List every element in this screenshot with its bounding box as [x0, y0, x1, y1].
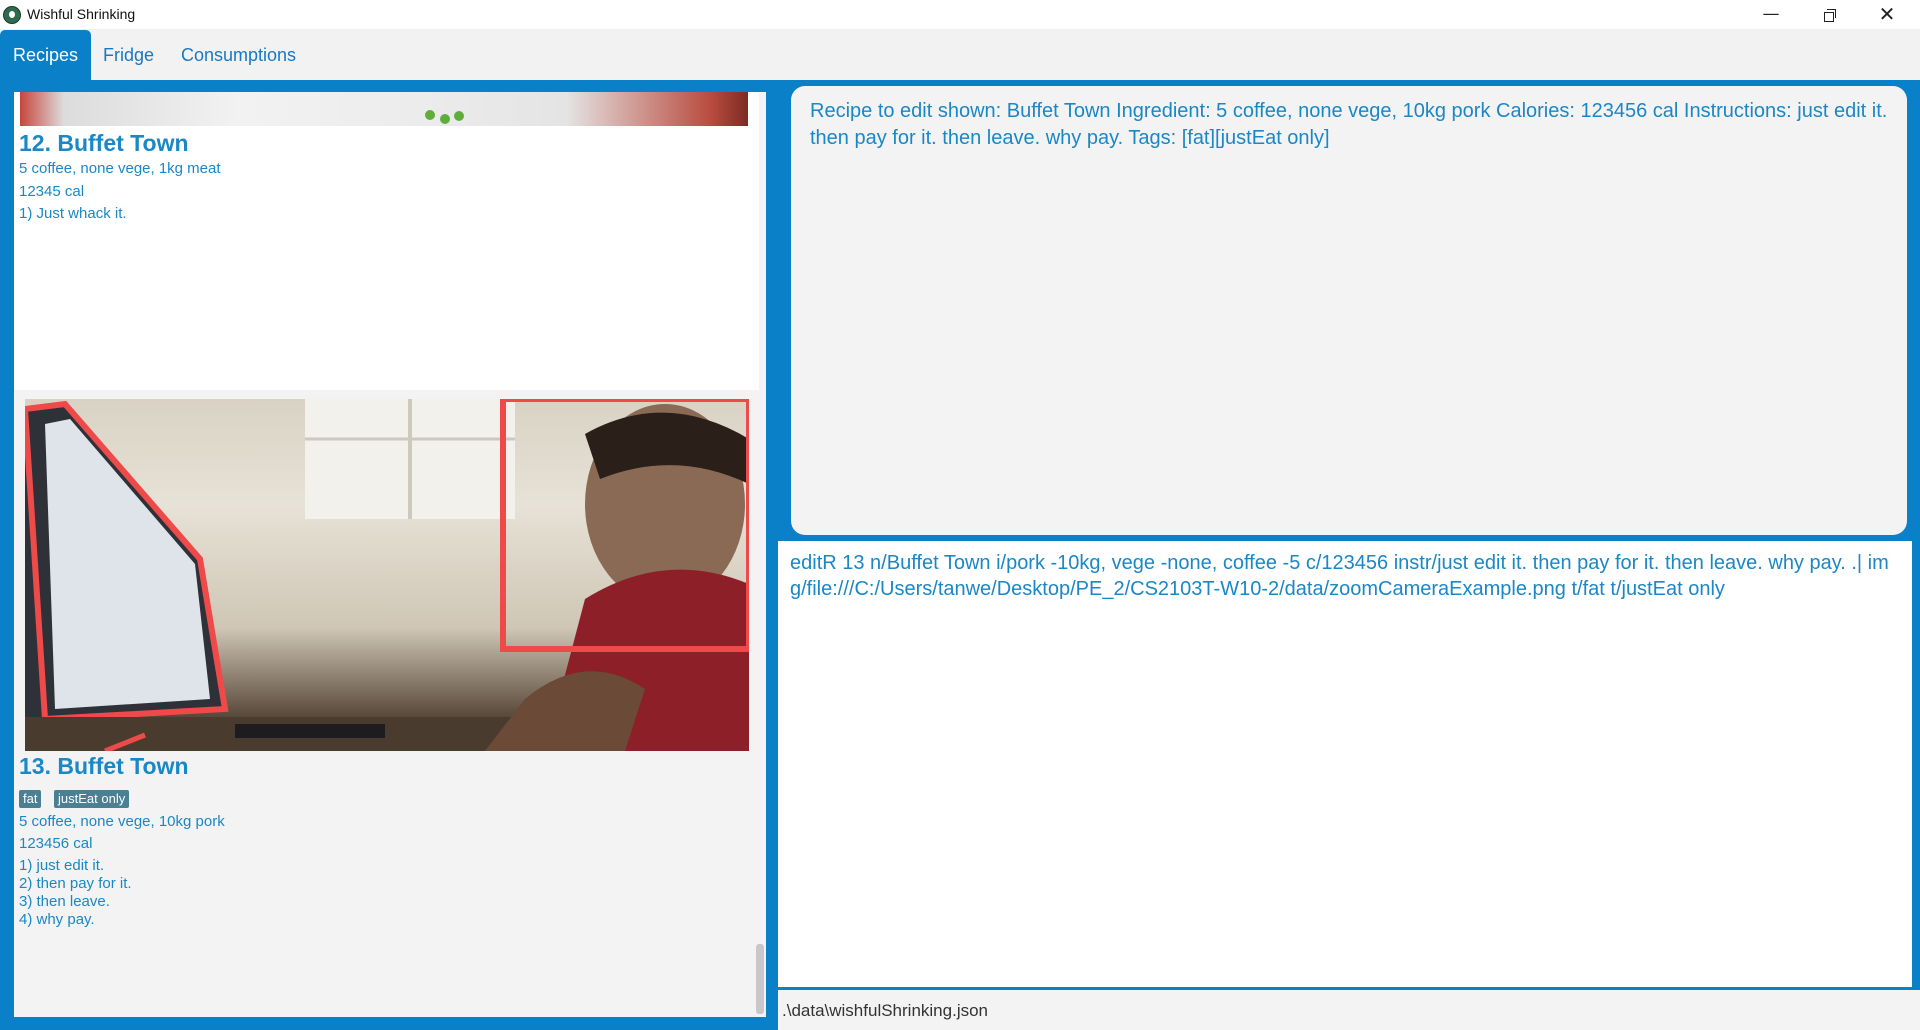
recipe-list[interactable]: 12. Buffet Town 5 coffee, none vege, 1kg… — [14, 92, 766, 1017]
garnish-dot — [425, 110, 435, 120]
recipe-calories: 12345 cal — [19, 183, 85, 200]
result-display: Recipe to edit shown: Buffet Town Ingred… — [791, 86, 1907, 535]
title-bar: Wishful Shrinking — ✕ — [0, 0, 1920, 30]
recipe-instruction: 1) Just whack it. — [19, 205, 127, 222]
recipe-instruction: 3) then leave. — [19, 893, 110, 910]
restore-button[interactable] — [1800, 0, 1858, 29]
tag-list: fat justEat only — [19, 790, 219, 808]
tab-bar: Recipes Fridge Consumptions — [0, 30, 1920, 80]
garnish-dot — [454, 111, 464, 121]
restore-icon — [1823, 9, 1836, 22]
recipe-photo-scene — [25, 399, 749, 751]
command-box[interactable]: editR 13 n/Buffet Town i/pork -10kg, veg… — [778, 541, 1912, 987]
recipe-ingredients: 5 coffee, none vege, 10kg pork — [19, 813, 225, 830]
recipe-title: 13. Buffet Town — [19, 753, 189, 779]
tag-badge: justEat only — [54, 790, 130, 808]
result-text: Recipe to edit shown: Buffet Town Ingred… — [810, 100, 1888, 149]
recipe-card-13[interactable]: 13. Buffet Town fat justEat only 5 coffe… — [14, 392, 759, 1017]
tag-badge: fat — [19, 790, 42, 808]
recipe-instruction: 4) why pay. — [19, 911, 95, 928]
recipe-image — [25, 399, 749, 751]
close-button[interactable]: ✕ — [1858, 0, 1916, 29]
list-scrollbar[interactable] — [756, 944, 764, 1014]
recipe-calories: 123456 cal — [19, 835, 93, 852]
tab-fridge[interactable]: Fridge — [90, 30, 167, 80]
recipe-image — [20, 92, 748, 126]
recipe-title: 12. Buffet Town — [19, 130, 189, 156]
minimize-button[interactable]: — — [1742, 0, 1800, 29]
app-logo-icon — [3, 6, 21, 24]
recipe-instruction: 1) just edit it. — [19, 857, 105, 874]
window-title: Wishful Shrinking — [27, 6, 136, 22]
recipe-instruction: 2) then pay for it. — [19, 875, 132, 892]
recipe-card-12[interactable]: 12. Buffet Town 5 coffee, none vege, 1kg… — [14, 92, 759, 390]
tab-consumptions[interactable]: Consumptions — [168, 30, 309, 80]
recipe-ingredients: 5 coffee, none vege, 1kg meat — [19, 160, 221, 177]
command-input[interactable]: editR 13 n/Buffet Town i/pork -10kg, veg… — [790, 550, 1900, 602]
tab-recipes[interactable]: Recipes — [0, 30, 92, 80]
status-bar: .\data\wishfulShrinking.json — [778, 990, 1920, 1030]
garnish-dot — [440, 114, 450, 124]
status-file-path: .\data\wishfulShrinking.json — [782, 1001, 989, 1020]
